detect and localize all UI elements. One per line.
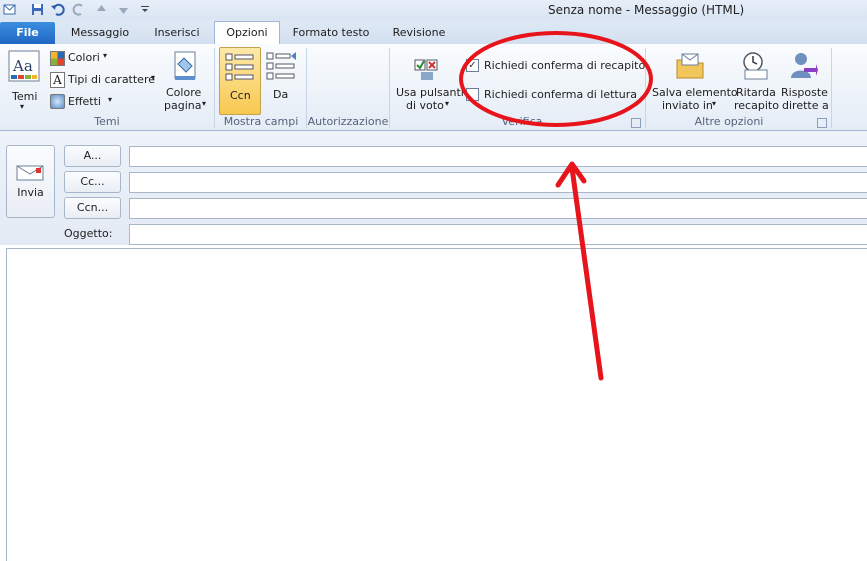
effetti-label: Effetti <box>68 95 101 108</box>
salva-elemento-label-1: Salva elemento <box>652 86 738 99</box>
bcc-field[interactable] <box>129 198 867 219</box>
group-label-temi: Temi <box>94 115 120 128</box>
subject-field[interactable] <box>129 224 867 245</box>
ribbon-tabs: File Messaggio Inserisci Opzioni Formato… <box>0 20 867 44</box>
save-sent-folder-icon <box>676 53 704 79</box>
outlook-icon <box>3 4 16 15</box>
chevron-down-icon: ▾ <box>108 95 113 104</box>
page-color-icon <box>174 51 196 80</box>
save-icon[interactable] <box>30 2 45 17</box>
da-toggle-button[interactable]: Da <box>263 47 299 113</box>
tipi-carattere-button[interactable]: A Tipi di carattere ▾ <box>50 72 162 88</box>
title-bar: Senza nome - Messaggio (HTML) <box>0 0 867 20</box>
ccn-toggle-button[interactable]: Ccn <box>219 47 261 115</box>
da-label: Da <box>273 88 289 101</box>
checkbox-unchecked-icon <box>466 88 479 101</box>
colors-icon <box>50 51 65 66</box>
redo-icon[interactable] <box>72 2 87 17</box>
bcc-button[interactable]: Ccn... <box>64 197 121 219</box>
salva-elemento-button[interactable]: Salva elemento inviato in ▾ <box>650 48 738 112</box>
colore-pagina-label-2: pagina <box>164 99 202 112</box>
tab-formato-testo[interactable]: Formato testo <box>285 22 377 44</box>
chevron-down-icon: ▾ <box>103 51 108 60</box>
richiedi-recapito-label: Richiedi conferma di recapito <box>484 59 646 72</box>
tab-revisione[interactable]: Revisione <box>384 22 454 44</box>
salva-elemento-label-2: inviato in <box>662 99 713 112</box>
colori-label: Colori <box>68 51 100 64</box>
richiedi-recapito-checkbox[interactable]: ✓ Richiedi conferma di recapito <box>466 58 645 74</box>
risposte-dirette-button[interactable]: Risposte dirette a <box>780 48 830 112</box>
chevron-down-icon: ▾ <box>445 99 450 108</box>
message-header: Invia A... Cc... Ccn... Oggetto: <box>0 131 867 245</box>
undo-icon[interactable] <box>50 2 65 17</box>
group-separator <box>214 48 215 128</box>
message-body[interactable] <box>6 248 867 561</box>
compose-area: Invia A... Cc... Ccn... Oggetto: <box>0 131 867 561</box>
send-button[interactable]: Invia <box>6 145 55 218</box>
send-envelope-icon <box>16 165 44 181</box>
send-label: Invia <box>17 186 44 199</box>
usa-pulsanti-label-2: di voto <box>406 99 444 112</box>
dialog-launcher-icon[interactable] <box>631 118 641 128</box>
chevron-down-icon: ▾ <box>151 73 156 82</box>
ritarda-label-1: Ritarda <box>736 86 776 99</box>
svg-text:Aa: Aa <box>12 57 33 75</box>
chevron-down-icon: ▾ <box>712 99 717 108</box>
ribbon: Aa Temi ▾ Colori ▾ A Tipi di carattere ▾… <box>0 44 867 131</box>
themes-icon: Aa <box>8 50 40 82</box>
usa-pulsanti-voto-button[interactable]: Usa pulsanti di voto ▾ <box>393 48 464 112</box>
tab-messaggio[interactable]: Messaggio <box>64 22 136 44</box>
ritarda-label-2: recapito <box>734 99 779 112</box>
from-field-icon <box>266 52 296 80</box>
group-label-altre-opzioni: Altre opzioni <box>694 115 764 128</box>
risposte-label-2: dirette a <box>782 99 829 112</box>
up-arrow-icon[interactable] <box>94 2 109 17</box>
richiedi-lettura-label: Richiedi conferma di lettura <box>484 88 637 101</box>
down-arrow-icon[interactable] <box>116 2 131 17</box>
checkbox-checked-icon: ✓ <box>466 59 479 72</box>
delay-delivery-icon <box>743 52 768 80</box>
temi-button[interactable]: Aa Temi ▾ <box>6 48 44 112</box>
group-separator <box>389 48 390 128</box>
ccn-label: Ccn <box>230 89 251 102</box>
fonts-icon: A <box>50 72 65 88</box>
subject-label: Oggetto: <box>64 227 113 240</box>
chevron-down-icon: ▾ <box>202 99 207 108</box>
tab-inserisci[interactable]: Inserisci <box>146 22 208 44</box>
temi-label: Temi <box>12 90 38 103</box>
cc-button[interactable]: Cc... <box>64 171 121 193</box>
to-field[interactable] <box>129 146 867 167</box>
tab-file[interactable]: File <box>0 22 55 44</box>
colore-pagina-button[interactable]: Colore pagina ▾ <box>164 48 208 112</box>
bcc-field-icon <box>225 53 254 81</box>
group-label-mostra-campi: Mostra campi <box>223 115 299 128</box>
tab-opzioni[interactable]: Opzioni <box>214 21 280 44</box>
usa-pulsanti-label-1: Usa pulsanti <box>396 86 464 99</box>
effects-icon <box>50 94 65 109</box>
to-button[interactable]: A... <box>64 145 121 167</box>
colori-button[interactable]: Colori ▾ <box>50 50 160 66</box>
ritarda-recapito-button[interactable]: Ritarda recapito <box>733 48 779 112</box>
direct-replies-icon <box>791 53 818 78</box>
group-separator <box>831 48 832 128</box>
dialog-launcher-icon[interactable] <box>817 118 827 128</box>
group-label-autorizzazione: Autorizzazione <box>307 115 389 128</box>
richiedi-lettura-checkbox[interactable]: Richiedi conferma di lettura <box>466 87 641 103</box>
voting-buttons-icon <box>414 59 438 80</box>
effetti-button[interactable]: Effetti ▾ <box>50 94 120 110</box>
risposte-label-1: Risposte <box>781 86 828 99</box>
window-title: Senza nome - Messaggio (HTML) <box>548 3 745 17</box>
group-label-verifica: Verifica <box>501 115 543 128</box>
tipi-carattere-label: Tipi di carattere <box>68 73 156 86</box>
chevron-down-icon: ▾ <box>20 102 25 111</box>
cc-field[interactable] <box>129 172 867 193</box>
customize-icon[interactable] <box>138 2 153 17</box>
colore-pagina-label-1: Colore <box>166 86 202 99</box>
